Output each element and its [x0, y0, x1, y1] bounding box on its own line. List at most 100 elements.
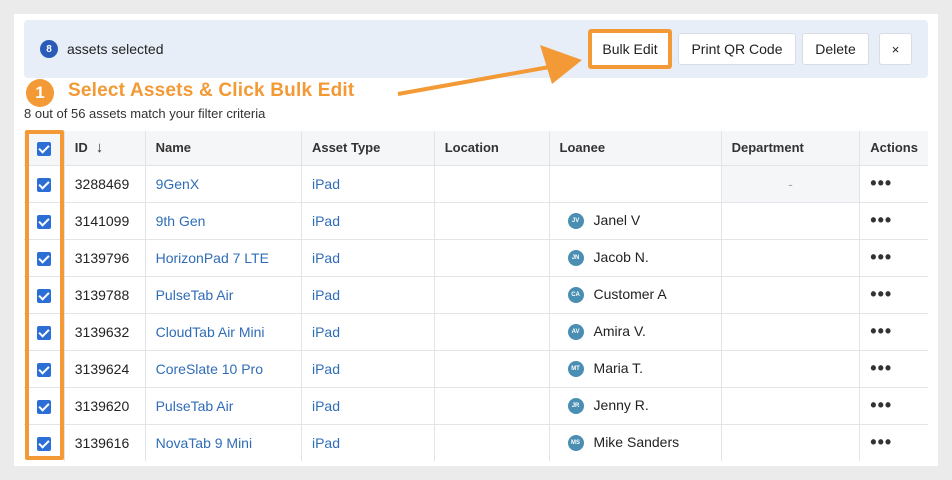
- asset-type-link[interactable]: iPad: [301, 276, 435, 314]
- asset-type-link[interactable]: iPad: [301, 313, 435, 351]
- asset-id: 3139788: [64, 276, 146, 314]
- actions-cell: •••: [860, 424, 928, 461]
- asset-department: [721, 350, 861, 388]
- filter-summary: 8 out of 56 assets match your filter cri…: [24, 106, 266, 121]
- more-actions-icon[interactable]: •••: [870, 395, 892, 415]
- asset-department: [721, 239, 861, 277]
- asset-loanee: JR Jenny R.: [549, 387, 722, 425]
- asset-loanee: MT Maria T.: [549, 350, 722, 388]
- loanee-name: Amira V.: [593, 322, 646, 339]
- asset-id: 3288469: [64, 165, 146, 203]
- row-select-cell: [24, 313, 65, 351]
- asset-id: 3139616: [64, 424, 146, 461]
- row-select-cell: [24, 350, 65, 388]
- delete-button[interactable]: Delete: [802, 33, 869, 65]
- row-checkbox[interactable]: [36, 362, 51, 377]
- header-location[interactable]: Location: [434, 131, 550, 166]
- asset-department: [721, 276, 861, 314]
- more-actions-icon[interactable]: •••: [870, 358, 892, 378]
- row-checkbox[interactable]: [36, 399, 51, 414]
- asset-name-link[interactable]: 9th Gen: [145, 202, 302, 240]
- row-checkbox[interactable]: [36, 251, 51, 266]
- actions-cell: •••: [859, 276, 928, 314]
- asset-location: [434, 313, 550, 351]
- asset-name-link[interactable]: HorizonPad 7 LTE: [145, 239, 302, 277]
- loanee-name: Janel V: [593, 211, 641, 228]
- table-row: 3139632 CloudTab Air Mini iPad AV Amira V…: [24, 313, 928, 351]
- asset-id: 3139620: [64, 387, 146, 425]
- asset-department: [721, 202, 861, 240]
- asset-id: 3139632: [64, 313, 146, 351]
- asset-department: -: [721, 165, 861, 203]
- header-name[interactable]: Name: [145, 131, 302, 166]
- header-department[interactable]: Department: [721, 131, 861, 166]
- table-row: 3139620 PulseTab Air iPad JR Jenny R. •••: [24, 387, 928, 425]
- more-actions-icon[interactable]: •••: [870, 432, 892, 452]
- asset-name-link[interactable]: NovaTab 9 Mini: [145, 424, 302, 461]
- sort-arrow-icon[interactable]: ↓: [96, 139, 104, 156]
- asset-name-link[interactable]: 9GenX: [145, 165, 302, 203]
- assets-table: ID ↓ Name Asset Type Location Loanee Depa…: [24, 131, 928, 461]
- asset-name-link[interactable]: CoreSlate 10 Pro: [145, 350, 302, 388]
- asset-location: [434, 387, 550, 425]
- actions-cell: •••: [859, 239, 928, 277]
- row-checkbox[interactable]: [36, 325, 51, 340]
- table-row: 3288469 9GenX iPad - •••: [24, 165, 928, 203]
- asset-department: [721, 424, 861, 461]
- actions-cell: •••: [859, 202, 928, 240]
- row-select-cell: [24, 165, 65, 203]
- asset-loanee: JN Jacob N.: [549, 239, 722, 277]
- more-actions-icon[interactable]: •••: [870, 321, 892, 341]
- select-all-cell: [24, 131, 65, 166]
- asset-department: [721, 313, 861, 351]
- actions-cell: •••: [859, 165, 928, 203]
- asset-type-link[interactable]: iPad: [301, 202, 435, 240]
- asset-name-link[interactable]: CloudTab Air Mini: [145, 313, 302, 351]
- header-id[interactable]: ID ↓: [64, 131, 146, 166]
- actions-cell: •••: [859, 350, 928, 388]
- table-row: 3139624 CoreSlate 10 Pro iPad MT Maria T.…: [24, 350, 928, 388]
- asset-id: 3141099: [64, 202, 146, 240]
- asset-type-link[interactable]: iPad: [301, 350, 435, 388]
- table-row: 3139796 HorizonPad 7 LTE iPad JN Jacob N.…: [24, 239, 928, 277]
- asset-name-link[interactable]: PulseTab Air: [145, 387, 302, 425]
- asset-type-link[interactable]: iPad: [301, 387, 435, 425]
- more-actions-icon[interactable]: •••: [870, 284, 892, 304]
- asset-loanee: JV Janel V: [549, 202, 722, 240]
- asset-type-link[interactable]: iPad: [301, 239, 435, 277]
- select-all-checkbox[interactable]: [36, 141, 51, 156]
- asset-id: 3139624: [64, 350, 146, 388]
- more-actions-icon[interactable]: •••: [870, 247, 892, 267]
- asset-id: 3139796: [64, 239, 146, 277]
- asset-loanee: MS Mike Sanders: [549, 424, 722, 461]
- loanee-name: Customer A: [593, 285, 667, 302]
- asset-name-link[interactable]: PulseTab Air: [145, 276, 302, 314]
- row-checkbox[interactable]: [36, 436, 51, 451]
- close-selection-button[interactable]: ×: [879, 33, 912, 65]
- asset-location: [434, 202, 550, 240]
- more-actions-icon[interactable]: •••: [870, 173, 892, 193]
- asset-type-link[interactable]: iPad: [301, 165, 435, 203]
- table-row: 3139788 PulseTab Air iPad CA Customer A •…: [24, 276, 928, 314]
- table-header-row: ID ↓ Name Asset Type Location Loanee Depa…: [24, 131, 928, 166]
- avatar: MS: [567, 435, 584, 452]
- row-select-cell: [24, 276, 65, 314]
- print-qr-code-button[interactable]: Print QR Code: [678, 33, 796, 65]
- header-asset-type[interactable]: Asset Type: [301, 131, 435, 166]
- asset-location: [434, 239, 550, 277]
- asset-loanee: AV Amira V.: [549, 313, 722, 351]
- row-select-cell: [24, 387, 65, 425]
- header-actions: Actions: [859, 131, 928, 166]
- actions-cell: •••: [859, 313, 928, 351]
- bulk-edit-button[interactable]: Bulk Edit: [588, 29, 672, 69]
- row-checkbox[interactable]: [36, 177, 51, 192]
- row-checkbox[interactable]: [36, 214, 51, 229]
- table-row: 3141099 9th Gen iPad JV Janel V •••: [24, 202, 928, 240]
- row-checkbox[interactable]: [36, 288, 51, 303]
- avatar: MT: [567, 361, 584, 378]
- header-loanee[interactable]: Loanee: [549, 131, 722, 166]
- loanee-name: Maria T.: [593, 359, 644, 376]
- actions-cell: •••: [859, 387, 928, 425]
- asset-type-link[interactable]: iPad: [301, 424, 435, 461]
- more-actions-icon[interactable]: •••: [870, 210, 892, 230]
